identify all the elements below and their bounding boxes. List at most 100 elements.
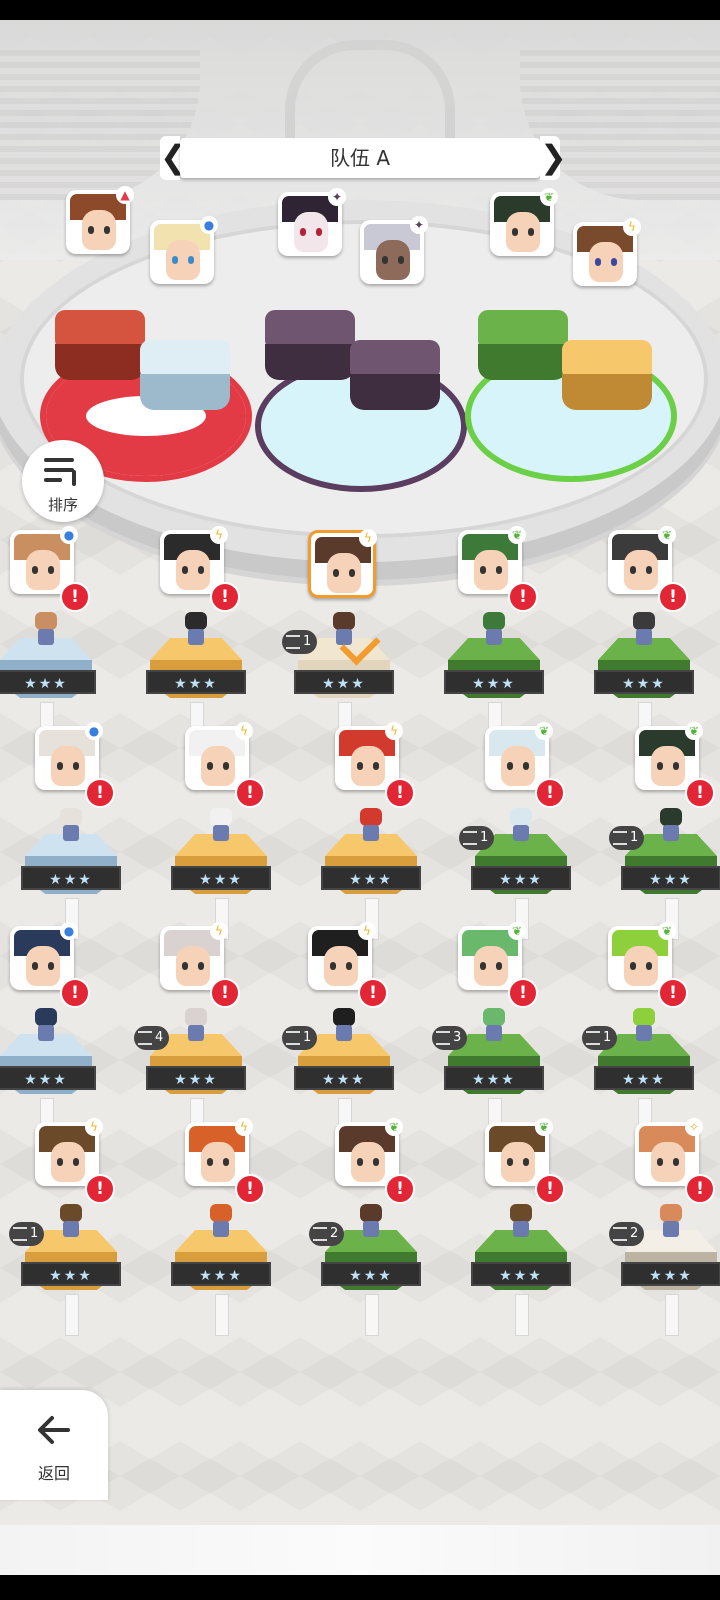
- roster-pedestal[interactable]: ★★★: [171, 1204, 271, 1336]
- alert-badge: !: [85, 1174, 115, 1204]
- back-button[interactable]: 返回: [0, 1390, 108, 1500]
- alert-badge: !: [508, 978, 538, 1008]
- roster-pedestal[interactable]: ★★★: [21, 808, 121, 940]
- roster-pedestal[interactable]: ★★★: [471, 1204, 571, 1336]
- team-portrait-4[interactable]: ✦: [360, 216, 428, 284]
- star-rating: ★★★: [321, 1262, 421, 1286]
- roster-portrait[interactable]: ϟ: [185, 722, 253, 790]
- star-rating: ★★★: [171, 1262, 271, 1286]
- alert-badge: !: [210, 978, 240, 1008]
- alert-badge: !: [535, 778, 565, 808]
- element-lightning-icon: ϟ: [358, 922, 376, 940]
- sort-icon: [44, 456, 80, 486]
- roster-portrait[interactable]: ϟ: [335, 722, 403, 790]
- roster-pedestal[interactable]: ★★★: [594, 612, 694, 744]
- duplicate-count-badge: 1: [9, 1222, 45, 1246]
- roster-portrait[interactable]: ✧: [635, 1118, 703, 1186]
- roster-portrait[interactable]: ϟ: [308, 922, 376, 990]
- duplicate-count-badge: 3: [432, 1026, 468, 1050]
- element-leaf-icon: ❦: [508, 922, 526, 940]
- roster-portrait[interactable]: ❦: [608, 526, 676, 594]
- alert-badge: !: [535, 1174, 565, 1204]
- alert-badge: !: [658, 978, 688, 1008]
- roster-pedestal[interactable]: ★★★: [0, 612, 96, 744]
- roster-pedestal[interactable]: ★★★ 1: [9, 1204, 121, 1336]
- roster-pedestal[interactable]: ★★★: [444, 612, 544, 744]
- alert-badge: !: [210, 582, 240, 612]
- duplicate-count-badge: 1: [282, 630, 318, 654]
- bottom-bar: [0, 1575, 720, 1600]
- duplicate-count: 1: [303, 634, 312, 649]
- next-team-button[interactable]: ❯: [540, 136, 567, 180]
- duplicate-count-badge: 1: [459, 826, 495, 850]
- roster-portrait[interactable]: ❦: [485, 722, 553, 790]
- roster-pedestal[interactable]: ★★★ 1: [582, 1008, 694, 1140]
- star-rating: ★★★: [0, 1066, 96, 1090]
- roster-portrait[interactable]: ❦: [485, 1118, 553, 1186]
- stack-icon: [313, 1226, 327, 1241]
- team-portrait-6[interactable]: ϟ: [573, 218, 641, 286]
- duplicate-count-badge: 1: [282, 1026, 318, 1050]
- element-lightning-icon: ϟ: [85, 1118, 103, 1136]
- roster-portrait[interactable]: ϟ: [308, 529, 377, 598]
- star-rating: ★★★: [594, 670, 694, 694]
- element-lightning-icon: ϟ: [235, 722, 253, 740]
- team-selector: ❮ 队伍 A ❯: [160, 136, 567, 180]
- roster-pedestal[interactable]: ★★★ 2: [309, 1204, 421, 1336]
- duplicate-count-badge: 2: [609, 1222, 645, 1246]
- team-portrait-2[interactable]: ●: [150, 216, 218, 284]
- roster-pedestal[interactable]: ★★★: [321, 808, 421, 940]
- alert-badge: !: [235, 1174, 265, 1204]
- roster-pedestal[interactable]: ★★★ 1: [459, 808, 571, 940]
- roster-portrait[interactable]: ϟ: [185, 1118, 253, 1186]
- element-lightning-icon: ϟ: [235, 1118, 253, 1136]
- element-dark-icon: ✦: [410, 216, 428, 234]
- star-rating: ★★★: [171, 866, 271, 890]
- roster-portrait[interactable]: ●: [35, 722, 103, 790]
- roster-pedestal[interactable]: ★★★ 4: [134, 1008, 246, 1140]
- roster-portrait[interactable]: ●: [10, 526, 78, 594]
- element-leaf-icon: ❦: [658, 922, 676, 940]
- roster-portrait[interactable]: ϟ: [35, 1118, 103, 1186]
- roster-pedestal[interactable]: ★★★ 1: [282, 612, 394, 744]
- roster-pedestal[interactable]: ★★★ 1: [282, 1008, 394, 1140]
- roster-portrait[interactable]: ❦: [608, 922, 676, 990]
- prev-team-button[interactable]: ❮: [160, 136, 187, 180]
- alert-badge: !: [358, 978, 388, 1008]
- roster-pedestal[interactable]: ★★★: [0, 1008, 96, 1140]
- roster-portrait[interactable]: ❦: [335, 1118, 403, 1186]
- element-water-icon: ●: [85, 722, 103, 740]
- element-lightning-icon: ϟ: [359, 529, 377, 547]
- roster-portrait[interactable]: ❦: [458, 922, 526, 990]
- team-portrait-1[interactable]: ▲: [66, 186, 134, 254]
- back-arrow-icon: [38, 1416, 70, 1444]
- sort-button[interactable]: 排序: [22, 440, 104, 522]
- alert-badge: !: [685, 1174, 715, 1204]
- stack-icon: [463, 830, 477, 845]
- alert-badge: !: [85, 778, 115, 808]
- duplicate-count: 1: [630, 830, 639, 845]
- duplicate-count: 2: [630, 1226, 639, 1241]
- roster-pedestal[interactable]: ★★★: [171, 808, 271, 940]
- alert-badge: !: [235, 778, 265, 808]
- roster-portrait[interactable]: ϟ: [160, 526, 228, 594]
- roster-portrait[interactable]: ϟ: [160, 922, 228, 990]
- team-portrait-3[interactable]: ✦: [278, 188, 346, 256]
- element-leaf-icon: ❦: [535, 1118, 553, 1136]
- duplicate-count: 1: [30, 1226, 39, 1241]
- roster-pedestal[interactable]: ★★★ 3: [432, 1008, 544, 1140]
- roster-portrait[interactable]: ❦: [635, 722, 703, 790]
- roster-pedestal[interactable]: ★★★ 2: [609, 1204, 720, 1336]
- stack-icon: [436, 1030, 450, 1045]
- roster-portrait[interactable]: ●: [10, 922, 78, 990]
- star-rating: ★★★: [294, 670, 394, 694]
- element-water-icon: ●: [60, 922, 78, 940]
- roster-portrait[interactable]: ❦: [458, 526, 526, 594]
- team-portrait-5[interactable]: ❦: [490, 188, 558, 256]
- roster-pedestal[interactable]: ★★★ 1: [609, 808, 720, 940]
- duplicate-count: 4: [155, 1030, 164, 1045]
- star-rating: ★★★: [594, 1066, 694, 1090]
- roster-pedestal[interactable]: ★★★: [146, 612, 246, 744]
- star-rating: ★★★: [21, 1262, 121, 1286]
- alert-badge: !: [508, 582, 538, 612]
